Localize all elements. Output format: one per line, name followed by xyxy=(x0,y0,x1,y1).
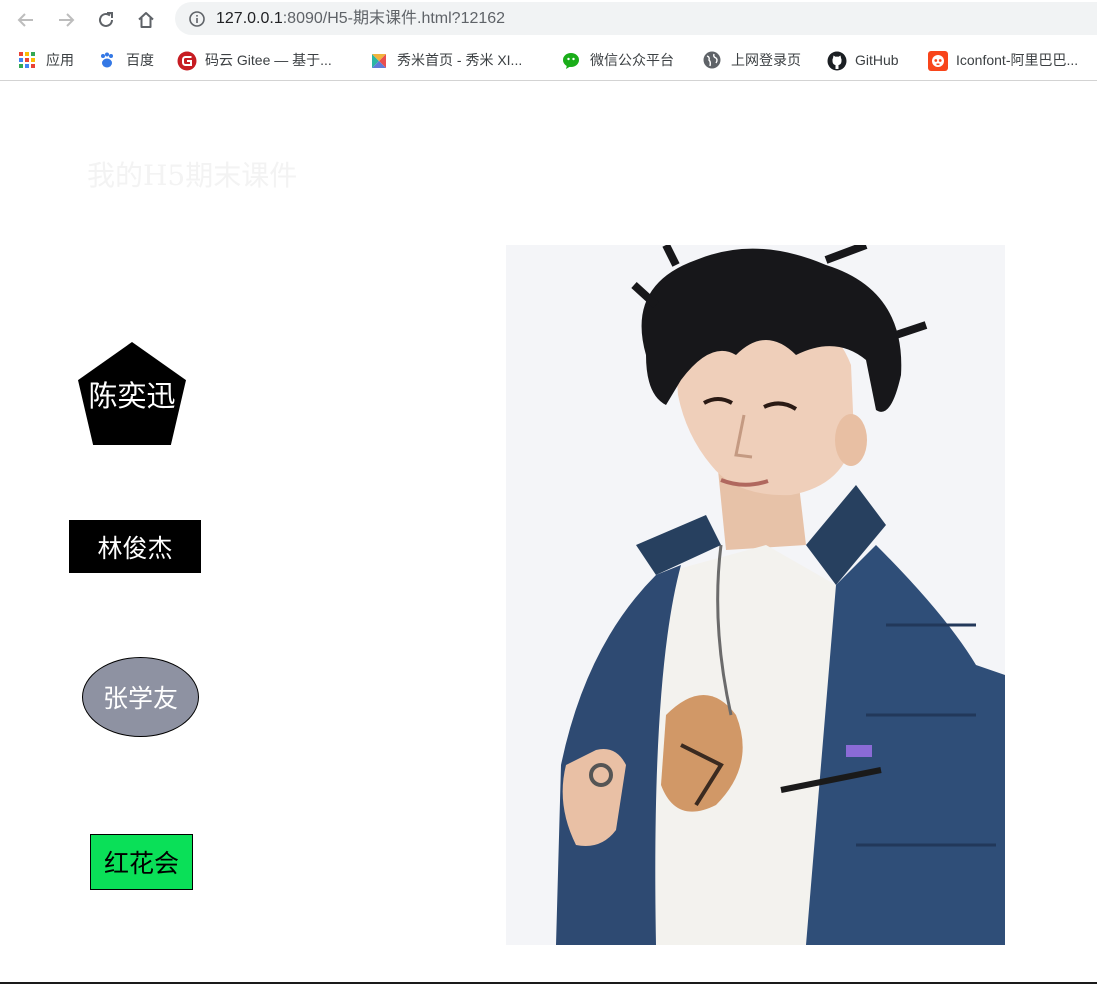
black-rectangle-shape[interactable]: 林俊杰 xyxy=(69,520,201,573)
gitee-icon xyxy=(177,51,197,71)
iconfont-icon xyxy=(928,51,948,71)
page-title: 我的H5期末课件 xyxy=(87,159,298,192)
url-text: 127.0.0.1:8090/H5-期末课件.html?12162 xyxy=(216,9,505,28)
reload-icon xyxy=(99,12,113,27)
url-host: 127.0.0.1 xyxy=(216,10,283,27)
back-button[interactable] xyxy=(12,6,40,34)
home-icon xyxy=(138,12,154,28)
url-path: :8090/H5-期末课件.html?12162 xyxy=(282,10,506,27)
bookmark-label: Iconfont-阿里巴巴... xyxy=(956,52,1079,68)
forward-arrow-icon xyxy=(59,13,75,27)
portrait-photo xyxy=(506,245,1005,945)
bookmark-github[interactable]: GitHub xyxy=(827,49,899,71)
browser-toolbar: 127.0.0.1:8090/H5-期末课件.html?12162 xyxy=(0,0,1097,40)
bookmark-baidu[interactable]: 百度 xyxy=(98,49,154,71)
info-icon[interactable] xyxy=(188,10,206,28)
apps-grid-icon xyxy=(18,51,36,69)
green-rectangle-shape[interactable]: 红花会 xyxy=(90,834,193,890)
bookmark-label: 百度 xyxy=(126,52,154,68)
bookmark-wechat[interactable]: 微信公众平台 xyxy=(562,49,674,71)
baidu-paw-icon xyxy=(98,51,116,69)
bookmark-gitee[interactable]: 码云 Gitee — 基于... xyxy=(177,49,332,71)
address-bar[interactable]: 127.0.0.1:8090/H5-期末课件.html?12162 xyxy=(175,2,1097,35)
bookmark-label: 微信公众平台 xyxy=(590,52,674,68)
bookmark-xiumi[interactable]: 秀米首页 - 秀米 XI... xyxy=(369,49,522,71)
pentagon-label[interactable]: 陈奕迅 xyxy=(78,370,186,418)
bookmark-label: 秀米首页 - 秀米 XI... xyxy=(397,52,523,68)
xiumi-icon xyxy=(369,51,387,69)
bookmark-label: 上网登录页 xyxy=(731,52,801,68)
bookmarks-bar: 应用 百度 码云 Gitee — 基于... 秀米首页 - 秀米 XI... 微… xyxy=(0,40,1097,81)
wechat-icon xyxy=(562,51,580,69)
back-arrow-icon xyxy=(17,13,33,27)
globe-icon xyxy=(703,51,721,69)
reload-button[interactable] xyxy=(92,6,120,34)
bookmark-iconfont[interactable]: Iconfont-阿里巴巴... xyxy=(928,49,1078,71)
bookmark-label: 应用 xyxy=(46,52,74,68)
bookmark-login[interactable]: 上网登录页 xyxy=(703,49,801,71)
bookmark-apps[interactable]: 应用 xyxy=(18,49,74,71)
ellipse-shape[interactable]: 张学友 xyxy=(82,657,199,737)
github-icon xyxy=(827,51,847,71)
home-button[interactable] xyxy=(132,6,160,34)
forward-button[interactable] xyxy=(52,6,80,34)
bookmark-label: GitHub xyxy=(855,52,899,68)
bookmark-label: 码云 Gitee — 基于... xyxy=(205,52,332,68)
